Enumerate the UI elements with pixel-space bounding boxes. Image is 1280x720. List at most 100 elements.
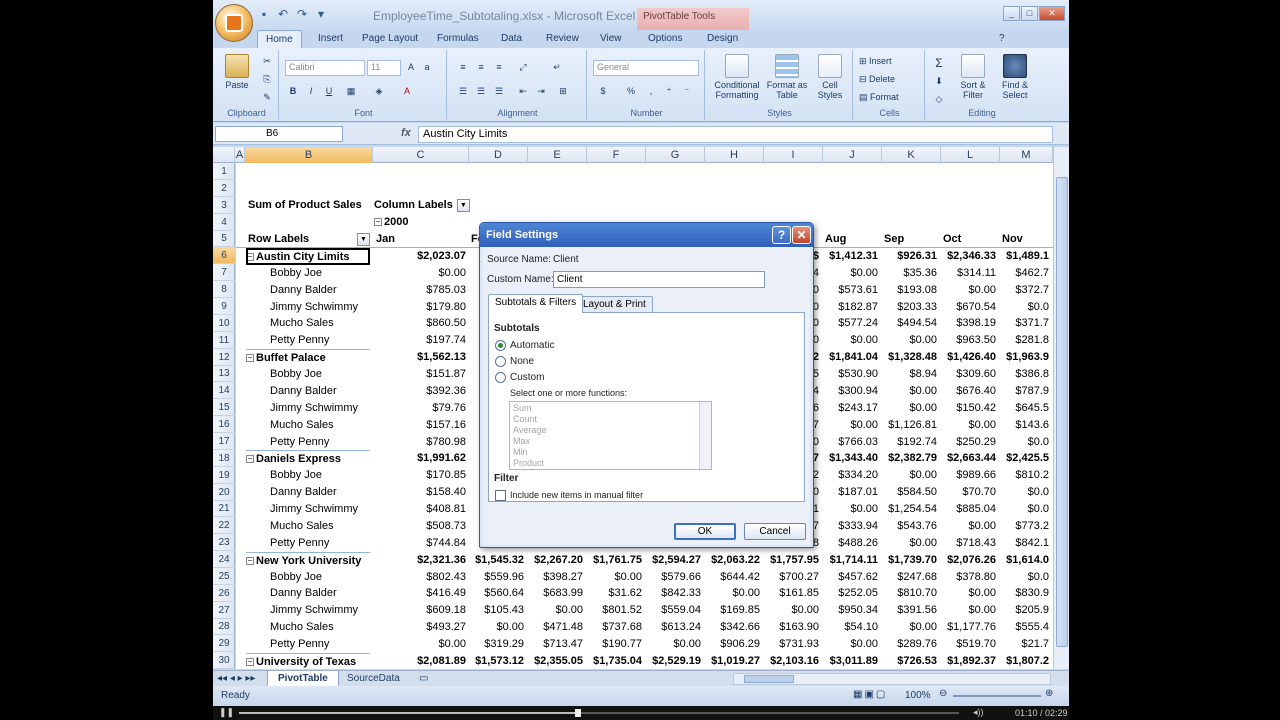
tab-insert[interactable]: Insert (312, 32, 349, 45)
value-cell[interactable]: $79.76 (374, 400, 466, 417)
value-cell[interactable]: $700.27 (764, 569, 819, 586)
column-header[interactable]: B (245, 147, 373, 163)
row-header[interactable]: 9 (213, 298, 235, 315)
maximize-button[interactable]: □ (1021, 6, 1038, 21)
row-label-cell[interactable]: Petty Penny (246, 332, 370, 349)
row-label-cell[interactable]: Danny Balder (246, 383, 370, 400)
value-cell[interactable]: $830.9 (1000, 585, 1049, 602)
value-cell[interactable]: $35.36 (882, 265, 937, 282)
value-cell[interactable]: $190.77 (587, 636, 642, 653)
row-header[interactable]: 26 (213, 585, 235, 602)
value-cell[interactable]: $281.8 (1000, 332, 1049, 349)
value-cell[interactable]: $333.94 (823, 518, 878, 535)
tab-home[interactable]: Home (257, 30, 302, 48)
value-cell[interactable]: $577.24 (823, 315, 878, 332)
value-cell[interactable]: $0.00 (764, 602, 819, 619)
value-cell[interactable]: $158.40 (374, 484, 466, 501)
value-cell[interactable]: $398.27 (528, 569, 583, 586)
functions-list[interactable]: Sum Count Average Max Min Product (509, 401, 712, 470)
row-label-cell[interactable]: − Daniels Express (246, 450, 370, 467)
volume-icon[interactable]: ◂)) (973, 707, 984, 718)
value-cell[interactable]: $0.0 (1000, 484, 1049, 501)
value-cell[interactable]: $780.98 (374, 434, 466, 451)
row-header[interactable]: 22 (213, 517, 235, 535)
ok-button[interactable]: OK (674, 523, 736, 540)
value-cell[interactable]: $2,103.16 (764, 653, 819, 669)
row-header[interactable]: 21 (213, 500, 235, 518)
row-header[interactable]: 10 (213, 315, 235, 332)
value-cell[interactable]: $372.7 (1000, 282, 1049, 299)
row-header[interactable]: 1 (213, 163, 235, 180)
value-cell[interactable]: $713.47 (528, 636, 583, 653)
value-cell[interactable]: $0.00 (882, 619, 937, 636)
value-cell[interactable]: $378.80 (941, 569, 996, 586)
value-cell[interactable]: $157.16 (374, 417, 466, 434)
value-cell[interactable]: $391.56 (882, 602, 937, 619)
collapse-icon[interactable]: − (246, 455, 254, 464)
value-cell[interactable]: $1,562.13 (374, 349, 466, 366)
radio-none[interactable] (495, 356, 506, 367)
column-header[interactable]: D (469, 147, 528, 163)
value-cell[interactable]: $559.96 (469, 569, 524, 586)
value-cell[interactable]: $250.29 (941, 434, 996, 451)
value-cell[interactable]: $493.27 (374, 619, 466, 636)
value-cell[interactable]: $609.18 (374, 602, 466, 619)
zoom-out-icon[interactable]: ⊖ (939, 688, 947, 699)
row-label-cell[interactable]: − Buffet Palace (246, 349, 370, 366)
format-cells-button[interactable]: ▤ Format (859, 92, 919, 102)
custom-name-input[interactable]: Client (553, 271, 765, 288)
value-cell[interactable]: $579.66 (646, 569, 701, 586)
value-cell[interactable]: $2,425.5 (1000, 450, 1049, 467)
value-cell[interactable]: $1,963.9 (1000, 349, 1049, 366)
value-cell[interactable]: $408.81 (374, 501, 466, 518)
shrink-font-icon[interactable]: a (419, 60, 435, 75)
value-cell[interactable]: $906.29 (705, 636, 760, 653)
grow-font-icon[interactable]: A (403, 60, 419, 75)
horizontal-scrollbar[interactable] (733, 673, 1051, 685)
row-header[interactable]: 14 (213, 382, 235, 400)
office-button[interactable] (215, 4, 253, 42)
clear-icon[interactable]: ◇ (931, 92, 947, 107)
value-cell[interactable]: $1,757.95 (764, 552, 819, 569)
value-cell[interactable]: $645.5 (1000, 400, 1049, 417)
value-cell[interactable]: $508.73 (374, 518, 466, 535)
value-cell[interactable]: $21.7 (1000, 636, 1049, 653)
value-cell[interactable]: $683.99 (528, 585, 583, 602)
value-cell[interactable]: $1,019.27 (705, 653, 760, 669)
value-cell[interactable]: $2,529.19 (646, 653, 701, 669)
underline-icon[interactable]: U (321, 84, 337, 99)
row-header[interactable]: 13 (213, 365, 235, 383)
value-cell[interactable]: $989.66 (941, 467, 996, 484)
value-cell[interactable]: $182.87 (823, 299, 878, 316)
value-cell[interactable]: $0.00 (823, 636, 878, 653)
collapse-icon[interactable]: − (246, 556, 254, 565)
value-cell[interactable]: $950.34 (823, 602, 878, 619)
value-cell[interactable]: $247.68 (882, 569, 937, 586)
column-header[interactable]: H (705, 147, 764, 163)
value-cell[interactable]: $150.42 (941, 400, 996, 417)
value-cell[interactable]: $289.76 (882, 636, 937, 653)
value-cell[interactable]: $462.7 (1000, 265, 1049, 282)
value-cell[interactable]: $0.00 (882, 400, 937, 417)
value-cell[interactable]: $0.00 (374, 265, 466, 282)
row-header[interactable]: 20 (213, 484, 235, 501)
value-cell[interactable]: $1,426.40 (941, 349, 996, 366)
row-header[interactable]: 17 (213, 433, 235, 450)
value-cell[interactable]: $0.00 (823, 417, 878, 434)
value-cell[interactable]: $1,489.1 (1000, 248, 1049, 265)
value-cell[interactable]: $1,254.54 (882, 501, 937, 518)
row-labels-cell[interactable]: Row Labels ▼ (248, 231, 372, 248)
tab-review[interactable]: Review (540, 32, 585, 45)
value-cell[interactable]: $1,991.62 (374, 450, 466, 467)
list-item[interactable]: Average (513, 425, 546, 435)
row-header[interactable]: 6 (213, 247, 235, 265)
tab-subtotals-filters[interactable]: Subtotals & Filters (488, 294, 584, 313)
tab-options[interactable]: Options (642, 32, 688, 45)
value-cell[interactable]: $0.00 (941, 585, 996, 602)
value-cell[interactable]: $860.50 (374, 315, 466, 332)
value-cell[interactable]: $810.70 (882, 585, 937, 602)
value-cell[interactable]: $613.24 (646, 619, 701, 636)
row-label-cell[interactable]: Mucho Sales (246, 315, 370, 332)
value-cell[interactable]: $787.9 (1000, 383, 1049, 400)
value-cell[interactable]: $2,081.89 (374, 653, 466, 669)
